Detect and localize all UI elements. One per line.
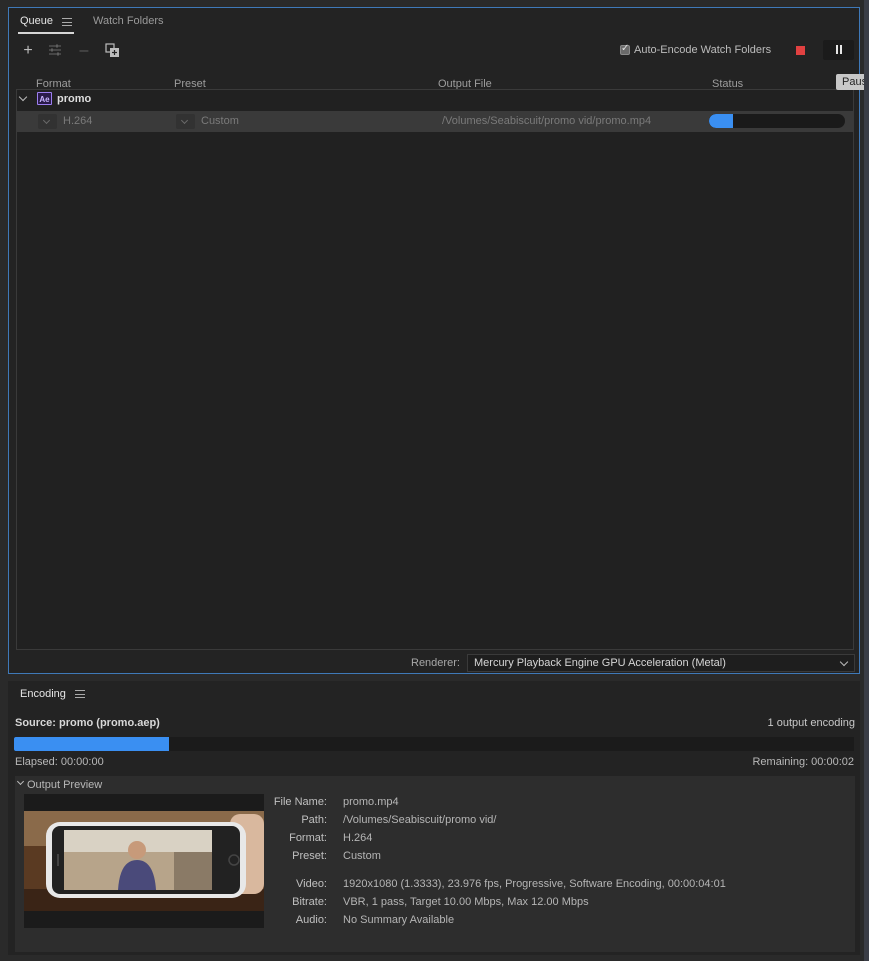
detail-value-file-name: promo.mp4: [343, 796, 399, 808]
collapse-chevron-icon[interactable]: [18, 92, 28, 102]
detail-label-preset: Preset:: [292, 850, 327, 862]
item-format[interactable]: H.264: [63, 115, 92, 127]
detail-value-format: H.264: [343, 832, 373, 844]
encoding-progress-bar: [14, 737, 854, 751]
queue-list: Ae promo H.264 Custom /Volumes/Seabiscui…: [16, 89, 854, 650]
detail-value-preset: Custom: [343, 850, 381, 862]
queue-group-row[interactable]: Ae promo: [17, 90, 853, 110]
detail-label-path: Path:: [301, 814, 327, 826]
tab-queue-underline: [18, 32, 74, 34]
detail-label-format: Format:: [289, 832, 327, 844]
stop-button[interactable]: [796, 46, 805, 55]
detail-label-audio: Audio:: [295, 914, 327, 926]
encoding-panel: Encoding Source: promo (promo.aep) 1 out…: [8, 681, 860, 955]
settings-icon[interactable]: [47, 43, 63, 57]
encoding-menu-icon[interactable]: [75, 690, 85, 698]
item-progress-fill: [709, 114, 734, 128]
format-dropdown-button[interactable]: [38, 114, 57, 129]
encoding-source: Source: promo (promo.aep): [15, 717, 160, 729]
detail-value-audio: No Summary Available: [343, 914, 455, 926]
preset-dropdown-button[interactable]: [176, 114, 195, 129]
tab-watch-folders[interactable]: Watch Folders: [93, 15, 164, 27]
queue-menu-icon[interactable]: [62, 18, 72, 26]
renderer-value: Mercury Playback Engine GPU Acceleration…: [474, 657, 726, 669]
detail-value-path: /Volumes/Seabiscuit/promo vid/: [343, 814, 497, 826]
detail-label-bitrate: Bitrate:: [292, 896, 327, 908]
elapsed-time: Elapsed: 00:00:00: [15, 756, 104, 768]
encoding-progress-fill: [14, 737, 170, 751]
item-preset[interactable]: Custom: [201, 115, 239, 127]
renderer-label: Renderer:: [411, 657, 460, 669]
duplicate-icon[interactable]: [105, 43, 120, 58]
detail-label-file-name: File Name:: [273, 796, 327, 808]
item-output-file[interactable]: /Volumes/Seabiscuit/promo vid/promo.mp4: [442, 115, 651, 127]
add-source-button[interactable]: +: [20, 43, 36, 59]
detail-label-video: Video:: [296, 878, 327, 890]
detail-value-bitrate: VBR, 1 pass, Target 10.00 Mbps, Max 12.0…: [343, 896, 589, 908]
remove-button[interactable]: –: [76, 43, 92, 59]
renderer-select[interactable]: Mercury Playback Engine GPU Acceleration…: [467, 654, 855, 672]
auto-encode-checkbox[interactable]: [620, 43, 630, 55]
encoding-output-count: 1 output encoding: [767, 717, 855, 729]
renderer-chevron-down-icon: [839, 657, 849, 667]
queue-panel: Queue Watch Folders + – Auto-Encode Watc…: [8, 7, 860, 674]
remaining-time: Remaining: 00:00:02: [752, 756, 854, 768]
group-name: promo: [57, 93, 92, 105]
tab-queue[interactable]: Queue: [20, 15, 53, 27]
item-progress-bar: [709, 114, 845, 128]
queue-tabbar: Queue Watch Folders: [9, 8, 859, 36]
after-effects-icon: Ae: [37, 92, 52, 105]
output-preview-chevron-icon[interactable]: [16, 777, 25, 786]
queue-item-row[interactable]: H.264 Custom /Volumes/Seabiscuit/promo v…: [17, 111, 853, 132]
encoding-title[interactable]: Encoding: [20, 688, 66, 700]
pause-button[interactable]: [823, 40, 854, 60]
window-edge-strip: [864, 0, 869, 961]
output-preview-title[interactable]: Output Preview: [27, 779, 102, 791]
output-preview-section: Output Preview File Name: promo.mp4 Path…: [15, 776, 855, 952]
auto-encode-label: Auto-Encode Watch Folders: [634, 44, 772, 56]
detail-value-video: 1920x1080 (1.3333), 23.976 fps, Progress…: [343, 878, 726, 890]
output-preview-thumbnail: [24, 794, 264, 928]
